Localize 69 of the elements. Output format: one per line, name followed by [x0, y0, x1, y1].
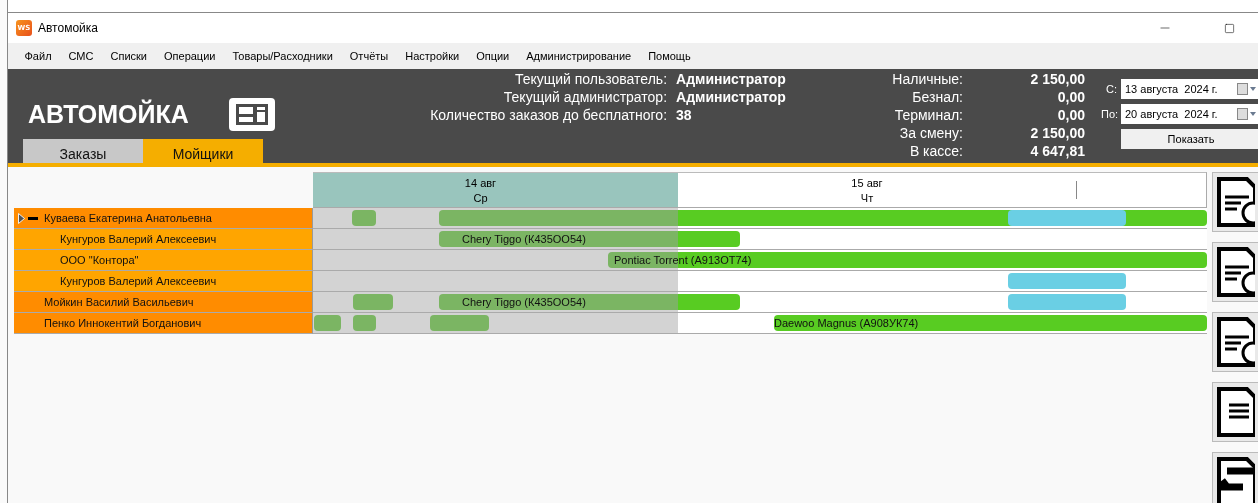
document-icon — [1215, 315, 1255, 369]
total-label: В кассе: — [908, 142, 963, 160]
document-icon — [1215, 245, 1255, 299]
info-label: Текущий пользователь: — [513, 70, 668, 88]
show-button[interactable]: Показать — [1121, 129, 1258, 149]
total-label: Терминал: — [893, 106, 963, 124]
menu-item[interactable]: Файл — [16, 50, 61, 62]
reservation-bar[interactable] — [1008, 210, 1126, 226]
info-label: Текущий администратор: — [502, 88, 668, 106]
order-bar[interactable] — [352, 210, 376, 226]
worker-name[interactable]: Пенко Иннокентий Богданович — [14, 313, 313, 334]
total-value: 2 150,00 — [1029, 70, 1085, 88]
total-value: 2 150,00 — [1029, 124, 1085, 142]
calendar-icon[interactable] — [1237, 83, 1257, 95]
order-bar[interactable] — [353, 294, 393, 310]
reservation-bar[interactable] — [1008, 294, 1126, 310]
maximize-icon — [1223, 22, 1235, 34]
total-label: За смену: — [898, 124, 963, 142]
menu-item[interactable]: Операции — [155, 50, 224, 62]
menu-item[interactable]: СМС — [60, 50, 102, 62]
toolbar-button[interactable] — [1212, 242, 1258, 302]
worker-name[interactable]: Кунгуров Валерий Алексеевич — [14, 271, 313, 292]
toolbar-button[interactable] — [1212, 382, 1258, 442]
date-label: По: — [1101, 108, 1117, 120]
calendar-icon[interactable] — [1237, 108, 1257, 120]
info-value: Администратор — [676, 88, 787, 106]
order-bar[interactable]: Chery Tiggo (К435ОО54) — [439, 294, 740, 310]
reservation-bar[interactable] — [1008, 273, 1126, 289]
order-bar[interactable]: Pontiac Torrent (А913ОТ74) — [608, 252, 1207, 268]
info-value: Администратор — [676, 70, 787, 88]
menu-item[interactable]: Списки — [102, 50, 156, 62]
worker-name[interactable]: ООО "Контора" — [14, 250, 313, 271]
document-icon — [1215, 455, 1255, 503]
date-field[interactable]: 20 августа 2024 г. — [1121, 104, 1258, 124]
worker-name[interactable]: Куваева Екатерина Анатольевна — [14, 208, 313, 229]
info-value: 38 — [676, 106, 693, 124]
menu-item[interactable]: Товары/Расходники — [223, 50, 342, 62]
news-icon[interactable] — [228, 98, 275, 131]
worker-name[interactable]: Мойкин Василий Васильевич — [14, 292, 313, 313]
total-label: Безнал: — [911, 88, 963, 106]
menu-item[interactable]: Отчёты — [341, 50, 397, 62]
order-bar[interactable]: Daewoo Magnus (А908УК74) — [774, 315, 1207, 331]
document-icon — [1215, 385, 1255, 439]
day-header: 14 авг Ср — [313, 172, 678, 208]
day-header: 15 авг Чт — [678, 172, 1207, 208]
tab[interactable]: Мойщики — [143, 139, 263, 163]
total-value: 0,00 — [1056, 88, 1085, 106]
total-value: 0,00 — [1056, 106, 1085, 124]
total-value: 4 647,81 — [1029, 142, 1085, 160]
date-field[interactable]: 13 августа 2024 г. — [1121, 79, 1258, 99]
info-label: Количество заказов до бесплатного: — [429, 106, 668, 124]
order-bar[interactable] — [430, 315, 489, 331]
menu-item[interactable]: Помощь — [639, 50, 700, 62]
order-bar[interactable] — [353, 315, 376, 331]
toolbar-button[interactable] — [1212, 312, 1258, 372]
document-icon — [1215, 175, 1255, 229]
order-bar[interactable]: Chery Tiggo (К435ОО54) — [439, 231, 740, 247]
menu-item[interactable]: Опции — [467, 50, 518, 62]
worker-name[interactable]: Кунгуров Валерий Алексеевич — [14, 229, 313, 250]
collapse-icon[interactable] — [28, 216, 38, 220]
date-label: С: — [1105, 83, 1117, 95]
toolbar-button[interactable] — [1212, 172, 1258, 232]
window-title: Автомойка — [38, 21, 98, 35]
menu-item[interactable]: Настройки — [396, 50, 468, 62]
app-logo-text: АВТОМОЙКА — [28, 100, 189, 129]
total-label: Наличные: — [891, 70, 963, 88]
menu-item[interactable]: Администрирование — [517, 50, 640, 62]
tab[interactable]: Заказы — [23, 139, 143, 163]
order-bar[interactable] — [314, 315, 341, 331]
